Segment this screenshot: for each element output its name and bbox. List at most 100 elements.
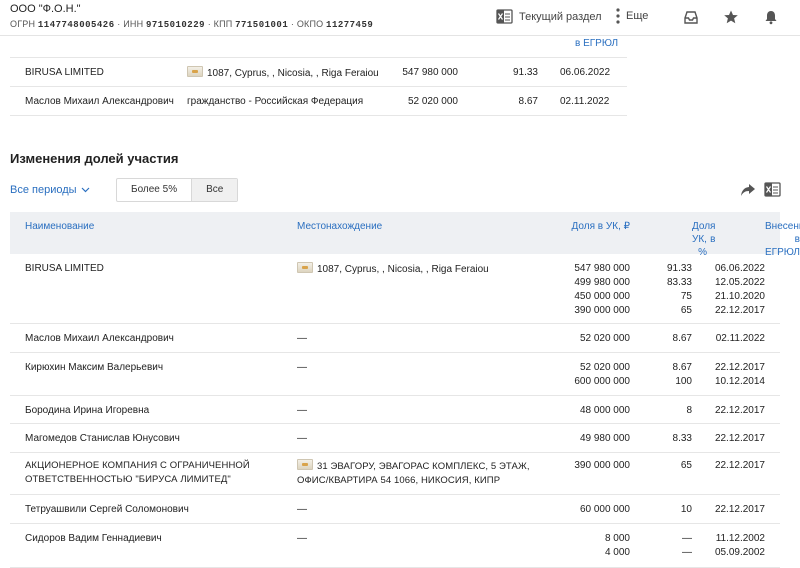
bell-icon[interactable] [761,7,781,27]
participant-amounts: 52 020 000 [580,332,630,346]
participant-location-text: 1087, Cyprus, , Nicosia, , Riga Feraiou [317,264,489,275]
share-value: 8 [686,405,692,416]
participant-location: — [297,533,307,544]
participant-amounts: 390 000 000 [574,459,630,473]
table-row: Тетруашвили Сергей Соломонович — 60 000 … [10,495,780,524]
amount-value: 450 000 000 [574,291,630,302]
page-header: ООО "Ф.О.Н." ОГРН 1147748005426 · ИНН 97… [0,0,800,36]
participant-shares: 8.67 100 [673,361,692,389]
participant-dates: 22.12.2017 [715,503,765,517]
column-amount[interactable]: Доля в УК, ₽ [572,220,630,233]
column-date-tail[interactable]: в ЕГРЮЛ [575,38,618,49]
okpo-label: ОКПО [296,19,324,29]
column-name[interactable]: Наименование [25,220,94,233]
amount-value: 52 020 000 [579,333,630,344]
participant-dates: 22.12.2017 10.12.2014 [715,361,765,389]
ogrn-label: ОГРН [10,19,36,29]
participant-name-link[interactable]: Магомедов Станислав Юнусович [25,432,180,446]
table-row: Кирюхин Максим Валерьевич — 52 020 000 6… [10,353,780,396]
date-value: 22.12.2017 [714,362,765,373]
participant-name-link[interactable]: Маслов Михаил Александрович [25,332,174,346]
date-value: 12.05.2022 [714,277,765,288]
owner-location: гражданство - Российская Федерация [187,96,364,107]
participant-name-link[interactable]: Кирюхин Максим Валерьевич [25,361,163,375]
table-row: Маслов Михаил Александрович — 52 020 000… [10,324,780,353]
participant-location-line: 31 ЭВАГОРУ, ЭВАГОРАС КОМПЛЕКС, 5 ЭТАЖ, [317,461,530,472]
date-value: 02.11.2022 [715,333,765,344]
share-value: 91.33 [666,263,692,274]
participant-name-line: АКЦИОНЕРНОЕ КОМПАНИЯ С ОГРАНИЧЕННОЙ [25,460,250,471]
owner-name-link[interactable]: Маслов Михаил Александрович [25,95,174,109]
owner-date: 02.11.2022 [560,96,610,107]
share-value: 100 [675,376,692,387]
participant-dates: 22.12.2017 [715,432,765,446]
participant-name-link[interactable]: Тетруашвили Сергей Соломонович [25,503,189,517]
table-row: Бородина Ирина Игоревна — 48 000 000 8 2… [10,396,780,424]
owner-date: 06.06.2022 [560,67,611,78]
participant-name-link[interactable]: BIRUSA LIMITED [25,262,104,276]
participant-name-link[interactable]: Сидоров Вадим Геннадиевич [25,532,162,546]
participant-name-link[interactable]: Бородина Ирина Игоревна [25,404,149,418]
table-row: BIRUSA LIMITED 1087, Cyprus, , Nicosia, … [10,254,780,324]
amount-value: 600 000 000 [574,376,630,387]
participant-location-line: ОФИС/КВАРТИРА 54 1066, НИКОСИЯ, КИПР [297,475,501,486]
participant-name-line: ОТВЕТСТВЕННОСТЬЮ "БИРУСА ЛИМИТЕД" [25,474,231,485]
more-button[interactable]: Еще [616,8,648,24]
date-value: 06.06.2022 [714,263,765,274]
okpo-value: 11277459 [326,20,374,30]
participant-shares: — — [682,532,692,560]
participant-location: 1087, Cyprus, , Nicosia, , Riga Feraiou [297,262,489,277]
owner-name-link[interactable]: BIRUSA LIMITED [25,66,104,80]
column-date-line1: Внесение [765,221,800,232]
amount-value: 4 000 [604,547,630,558]
participant-amounts: 547 980 000 499 980 000 450 000 000 390 … [574,262,630,318]
participant-location: — [297,405,307,416]
participant-shares: 91.33 83.33 75 65 [667,262,692,318]
current-section-label: Текущий раздел [519,10,602,23]
inbox-icon[interactable] [681,7,701,27]
date-value: 22.12.2017 [714,405,765,416]
company-name: ООО "Ф.О.Н." [10,3,81,15]
section-title: Изменения долей участия [10,151,179,166]
company-codes: ОГРН 1147748005426 · ИНН 9715010229 · КП… [10,19,374,30]
participant-shares: 8 [686,404,692,418]
amount-value: 547 980 000 [574,263,630,274]
participant-dates: 22.12.2017 [715,459,765,473]
owner-amount: 547 980 000 [402,67,458,78]
column-location[interactable]: Местонахождение [297,220,382,233]
table-row: Магомедов Станислав Юнусович — 49 980 00… [10,424,780,453]
period-label: Все периоды [10,184,77,196]
share-filter-toggle: Более 5% Все [116,178,239,202]
amount-value: 390 000 000 [574,460,630,471]
owner-location: 1087, Cyprus, , Nicosia, , Riga Feraiou [187,66,379,81]
amount-value: 390 000 000 [574,305,630,316]
owner-location-text: 1087, Cyprus, , Nicosia, , Riga Feraiou [207,68,379,79]
amount-value: 52 020 000 [579,362,630,373]
filter-over-5-button[interactable]: Более 5% [117,179,191,201]
table-header: Наименование Местонахождение Доля в УК, … [10,212,800,258]
owner-amount: 52 020 000 [407,96,458,107]
date-value: 11.12.2002 [715,533,765,544]
owner-share: 91.33 [512,67,538,78]
share-value: 65 [680,305,692,316]
participant-location: — [297,504,307,515]
participant-amounts: 60 000 000 [580,503,630,517]
current-section-button[interactable]: Текущий раздел [496,8,602,25]
kpp-value: 771501001 [235,20,289,30]
share-value: 75 [680,291,692,302]
cyprus-flag-icon [187,66,203,77]
date-value: 22.12.2017 [714,504,765,515]
participant-amounts: 8 000 4 000 [605,532,630,560]
share-icon[interactable] [740,183,756,197]
cyprus-flag-icon [297,262,313,273]
excel-export-icon[interactable] [764,181,781,198]
period-dropdown[interactable]: Все периоды [10,184,90,196]
star-icon[interactable] [721,7,741,27]
table-header-tail: в ЕГРЮЛ [10,36,627,58]
more-vertical-icon [616,8,620,24]
participant-name: АКЦИОНЕРНОЕ КОМПАНИЯ С ОГРАНИЧЕННОЙ ОТВЕ… [25,459,250,487]
table-row: Маслов Михаил Александрович гражданство … [10,87,627,116]
amount-value: 8 000 [604,533,630,544]
share-value: — [682,547,692,558]
filter-all-button[interactable]: Все [191,179,238,201]
